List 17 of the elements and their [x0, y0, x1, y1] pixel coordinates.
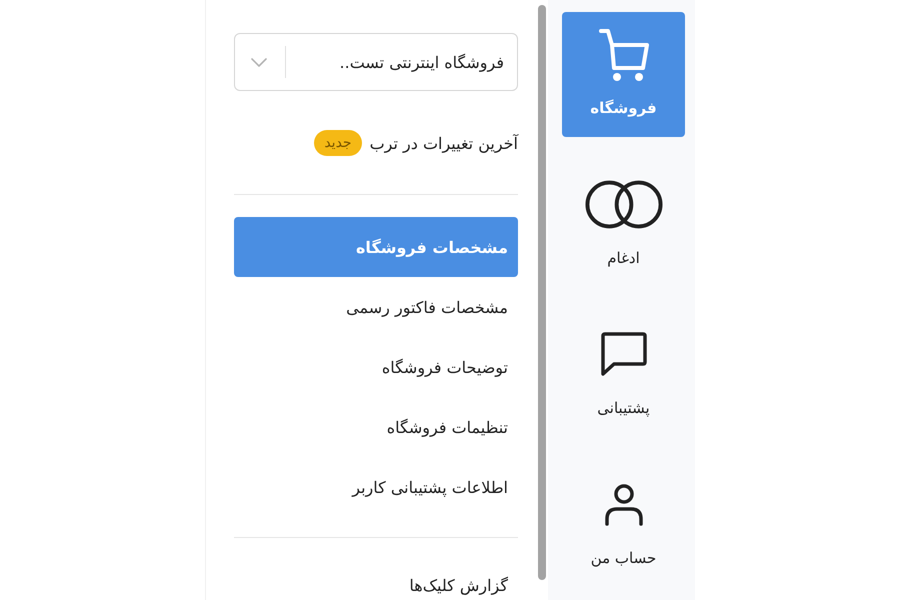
scrollbar-thumb[interactable] [538, 5, 546, 580]
person-icon [604, 484, 644, 526]
nav-item[interactable]: پشتیبانی [562, 312, 685, 437]
store-select[interactable]: فروشگاه اینترنتی تست.. [234, 33, 518, 91]
menu-item[interactable]: توضیحات فروشگاه [234, 337, 518, 397]
menu-item[interactable]: مشخصات فاکتور رسمی [234, 277, 518, 337]
menu-item[interactable]: تنظیمات فروشگاه [234, 397, 518, 457]
menu-item[interactable]: گزارش کلیک‌ها [234, 555, 518, 600]
chat-bubble-icon [600, 332, 646, 376]
nav-item[interactable]: ادغام [562, 162, 685, 287]
new-tag: جدید [314, 130, 362, 156]
menu-item[interactable]: اطلاعات پشتیبانی کاربر [234, 457, 518, 517]
cart-icon [598, 28, 648, 82]
changelog-link[interactable]: آخرین تغییرات در ترب [370, 134, 518, 152]
rings-icon [584, 180, 662, 229]
chevron-down-icon [251, 58, 267, 66]
nav-item[interactable]: حساب من [562, 462, 685, 587]
